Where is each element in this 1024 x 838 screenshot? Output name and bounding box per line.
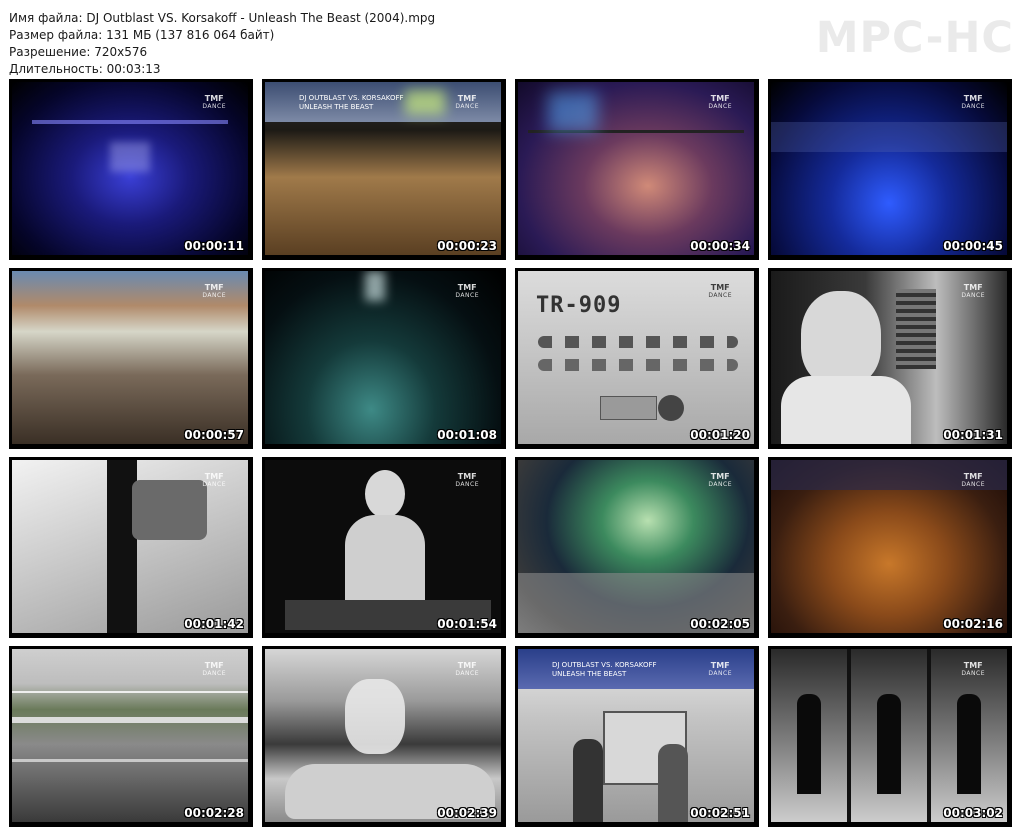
- tmf-logo: TMF DANCE: [961, 472, 985, 489]
- thumbnail[interactable]: TMF DANCE 00:02:39: [262, 646, 506, 827]
- tmf-logo: TMF DANCE: [708, 661, 732, 678]
- tmf-logo: TMF DANCE: [455, 94, 479, 111]
- tmf-logo: TMF DANCE: [708, 472, 732, 489]
- video-frame: TMF DANCE: [771, 649, 1007, 822]
- thumbnail[interactable]: TMF DANCE 00:00:57: [9, 268, 253, 449]
- tmf-logo: TMF DANCE: [202, 283, 226, 300]
- video-frame: TMF DANCE: [12, 649, 248, 822]
- mpc-hc-logo: MPC-HC: [815, 13, 1014, 63]
- file-info: Имя файла: DJ Outblast VS. Korsakoff - U…: [9, 10, 435, 78]
- video-frame: DJ OUTBLAST VS. KORSAKOFF UNLEASH THE BE…: [518, 649, 754, 822]
- thumbnail[interactable]: TMF DANCE 00:02:16: [768, 457, 1012, 638]
- thumbnail[interactable]: TMF DANCE 00:02:05: [515, 457, 759, 638]
- tmf-logo: TMF DANCE: [961, 661, 985, 678]
- tmf-logo: TMF DANCE: [455, 661, 479, 678]
- timestamp: 00:01:54: [437, 617, 497, 631]
- thumbnail[interactable]: TMF DANCE 00:01:42: [9, 457, 253, 638]
- tmf-logo: TMF DANCE: [708, 283, 732, 300]
- thumbnail[interactable]: TMF DANCE 00:03:02: [768, 646, 1012, 827]
- resolution: Разрешение: 720x576: [9, 45, 148, 59]
- thumbnail[interactable]: TMF DANCE 00:02:28: [9, 646, 253, 827]
- video-frame: TMF DANCE: [265, 271, 501, 444]
- video-frame: TMF DANCE: [771, 460, 1007, 633]
- tmf-logo: TMF DANCE: [455, 283, 479, 300]
- timestamp: 00:00:11: [184, 239, 244, 253]
- tr909-label: TR-909: [536, 293, 622, 318]
- thumbnail[interactable]: TMF DANCE 00:01:54: [262, 457, 506, 638]
- tmf-logo: TMF DANCE: [961, 94, 985, 111]
- timestamp: 00:02:28: [184, 806, 244, 820]
- tmf-logo: TMF DANCE: [202, 661, 226, 678]
- timestamp: 00:02:05: [690, 617, 750, 631]
- tmf-logo: TMF DANCE: [708, 94, 732, 111]
- thumbnail[interactable]: TMF DANCE 00:00:45: [768, 79, 1012, 260]
- tmf-logo: TMF DANCE: [202, 94, 226, 111]
- video-frame: TMF DANCE: [771, 271, 1007, 444]
- tmf-logo: TMF DANCE: [202, 472, 226, 489]
- video-frame: TMF DANCE: [771, 82, 1007, 255]
- duration: Длительность: 00:03:13: [9, 62, 161, 76]
- timestamp: 00:02:39: [437, 806, 497, 820]
- thumbnail[interactable]: DJ OUTBLAST VS. KORSAKOFF UNLEASH THE BE…: [515, 646, 759, 827]
- video-frame: TMF DANCE: [12, 271, 248, 444]
- video-frame: TMF DANCE: [518, 460, 754, 633]
- file-size: Размер файла: 131 МБ (137 816 064 байт): [9, 28, 275, 42]
- video-frame: TMF DANCE: [12, 460, 248, 633]
- timestamp: 00:00:23: [437, 239, 497, 253]
- timestamp: 00:01:08: [437, 428, 497, 442]
- thumbnail[interactable]: TR-909 TMF DANCE 00:01:20: [515, 268, 759, 449]
- thumbnail[interactable]: TMF DANCE 00:00:11: [9, 79, 253, 260]
- tmf-logo: TMF DANCE: [455, 472, 479, 489]
- timestamp: 00:01:42: [184, 617, 244, 631]
- thumbnail[interactable]: TMF DANCE 00:00:34: [515, 79, 759, 260]
- timestamp: 00:00:34: [690, 239, 750, 253]
- timestamp: 00:02:51: [690, 806, 750, 820]
- video-frame: TMF DANCE: [265, 649, 501, 822]
- timestamp: 00:01:20: [690, 428, 750, 442]
- tmf-logo: TMF DANCE: [961, 283, 985, 300]
- timestamp: 00:03:02: [943, 806, 1003, 820]
- thumbnail[interactable]: TMF DANCE 00:01:31: [768, 268, 1012, 449]
- timestamp: 00:00:57: [184, 428, 244, 442]
- thumbnail-grid: TMF DANCE 00:00:11 DJ OUTBLAST VS. KORSAK…: [9, 79, 1012, 827]
- video-frame: TR-909 TMF DANCE: [518, 271, 754, 444]
- video-frame: TMF DANCE: [265, 460, 501, 633]
- file-name: Имя файла: DJ Outblast VS. Korsakoff - U…: [9, 11, 436, 25]
- video-frame: DJ OUTBLAST VS. KORSAKOFF UNLEASH THE BE…: [265, 82, 501, 255]
- timestamp: 00:01:31: [943, 428, 1003, 442]
- video-frame: TMF DANCE: [12, 82, 248, 255]
- timestamp: 00:00:45: [943, 239, 1003, 253]
- timestamp: 00:02:16: [943, 617, 1003, 631]
- video-frame: TMF DANCE: [518, 82, 754, 255]
- thumbnail[interactable]: TMF DANCE 00:01:08: [262, 268, 506, 449]
- thumbnail[interactable]: DJ OUTBLAST VS. KORSAKOFF UNLEASH THE BE…: [262, 79, 506, 260]
